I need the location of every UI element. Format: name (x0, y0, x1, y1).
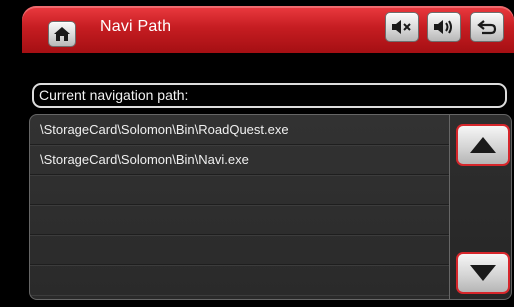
list-item[interactable] (30, 175, 449, 205)
triangle-down-icon (470, 265, 496, 281)
list-item[interactable]: \StorageCard\Solomon\Bin\RoadQuest.exe (30, 115, 449, 145)
back-button[interactable] (470, 12, 504, 42)
page-title: Navi Path (100, 18, 172, 35)
scroll-down-button[interactable] (456, 252, 510, 294)
path-list: \StorageCard\Solomon\Bin\RoadQuest.exe \… (29, 114, 450, 300)
volume-button[interactable] (427, 12, 461, 42)
mute-button[interactable] (385, 12, 419, 42)
list-item[interactable] (30, 265, 449, 295)
return-arrow-icon (477, 20, 497, 35)
scroll-up-button[interactable] (456, 124, 510, 166)
home-icon (54, 27, 70, 41)
speaker-volume-icon (434, 20, 452, 34)
list-item[interactable]: \StorageCard\Solomon\Bin\Navi.exe (30, 145, 449, 175)
triangle-up-icon (470, 137, 496, 153)
list-item[interactable] (30, 205, 449, 235)
home-button[interactable] (48, 21, 76, 47)
list-item[interactable] (30, 235, 449, 265)
current-path-label: Current navigation path: (32, 83, 507, 108)
speaker-mute-icon (392, 20, 411, 34)
